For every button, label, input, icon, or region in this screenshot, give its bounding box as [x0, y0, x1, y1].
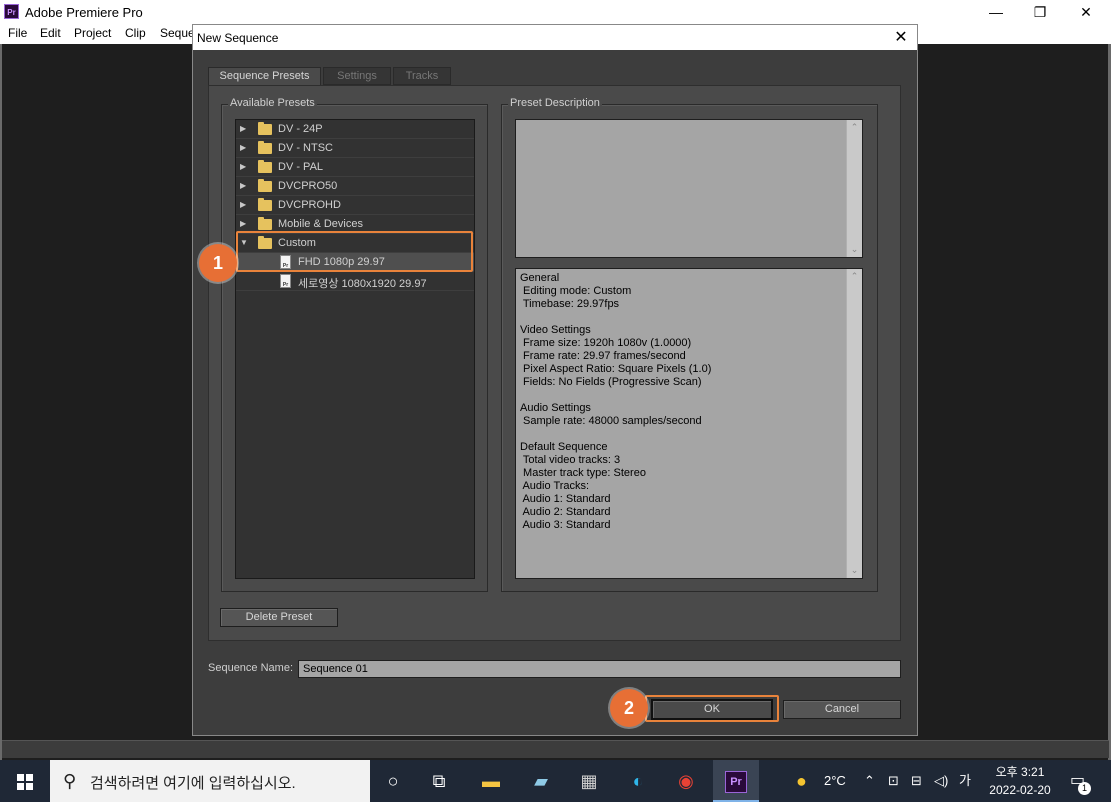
menu-clip[interactable]: Clip: [125, 26, 146, 40]
scroll-up-icon[interactable]: ⌃: [847, 271, 862, 282]
folder-icon: [258, 198, 272, 211]
sequence-name-input[interactable]: Sequence 01: [298, 660, 901, 678]
horizontal-scrollbar[interactable]: [2, 740, 1109, 758]
notification-count-badge: 1: [1078, 782, 1091, 795]
file-explorer-icon[interactable]: ▬: [468, 760, 514, 802]
dialog-close-icon[interactable]: ✕: [891, 28, 911, 48]
expand-arrow-icon[interactable]: ▶: [240, 124, 246, 133]
expand-arrow-icon[interactable]: ▶: [240, 162, 246, 171]
menu-edit[interactable]: Edit: [40, 26, 61, 40]
preset-description-box[interactable]: ⌃ ⌄: [515, 119, 863, 258]
device-icon[interactable]: ⊡: [888, 760, 899, 802]
app-titlebar: Pr Adobe Premiere Pro — ❐ ✕: [0, 0, 1111, 24]
folder-icon: [258, 160, 272, 173]
premiere-icon: Pr: [725, 771, 747, 794]
new-sequence-dialog: New Sequence ✕ Sequence Presets Settings…: [192, 24, 918, 736]
expand-arrow-icon[interactable]: ▶: [240, 219, 246, 228]
calculator-icon[interactable]: ▦: [566, 760, 612, 802]
taskbar-clock[interactable]: 오후 3:21 2022-02-20: [980, 763, 1060, 799]
premiere-taskbar-icon[interactable]: Pr: [713, 760, 759, 802]
notepad-icon[interactable]: ▰: [518, 760, 564, 802]
presets-tree[interactable]: ▶ DV - 24P ▶ DV - NTSC ▶ DV - PAL ▶ DVCP…: [235, 119, 475, 579]
tree-folder-dv-24p[interactable]: ▶ DV - 24P: [236, 120, 474, 139]
highlight-ok-button: [645, 695, 779, 722]
volume-icon[interactable]: ◁): [934, 760, 948, 802]
edge-icon[interactable]: ◐: [615, 760, 661, 802]
delete-preset-button[interactable]: Delete Preset: [220, 608, 338, 627]
folder-icon: [258, 141, 272, 154]
scroll-up-icon[interactable]: ⌃: [847, 122, 862, 133]
tab-sequence-presets[interactable]: Sequence Presets: [208, 67, 321, 86]
weather-temp[interactable]: 2°C: [824, 760, 846, 802]
step-2-badge: 2: [610, 689, 648, 727]
preset-settings-box[interactable]: General Editing mode: Custom Timebase: 2…: [515, 268, 863, 579]
tab-tracks[interactable]: Tracks: [393, 67, 451, 85]
task-view-icon[interactable]: ⧉: [416, 760, 462, 802]
cortana-icon[interactable]: ○: [370, 760, 416, 802]
start-button[interactable]: [0, 760, 50, 802]
ime-indicator[interactable]: 가: [959, 760, 971, 802]
tree-folder-dv-ntsc[interactable]: ▶ DV - NTSC: [236, 139, 474, 158]
notification-icon[interactable]: ▭: [1070, 760, 1085, 802]
premiere-icon: Pr: [4, 4, 19, 19]
app-title: Adobe Premiere Pro: [25, 5, 143, 20]
cancel-button[interactable]: Cancel: [783, 700, 901, 719]
clock-time: 오후 3:21: [995, 765, 1045, 779]
expand-arrow-icon[interactable]: ▶: [240, 143, 246, 152]
highlight-custom-preset: [236, 231, 473, 272]
menu-file[interactable]: File: [8, 26, 27, 40]
search-placeholder: 검색하려면 여기에 입력하십시오.: [90, 775, 296, 792]
premiere-preset-icon: Pr: [280, 274, 291, 288]
tree-folder-dvcprohd[interactable]: ▶ DVCPROHD: [236, 196, 474, 215]
taskbar-search-box[interactable]: ⚲ 검색하려면 여기에 입력하십시오.: [50, 760, 370, 802]
windows-logo-icon: [17, 774, 33, 790]
folder-icon: [258, 122, 272, 135]
dialog-title: New Sequence: [197, 31, 279, 45]
tree-folder-dvcpro50[interactable]: ▶ DVCPRO50: [236, 177, 474, 196]
preset-settings-text: General Editing mode: Custom Timebase: 2…: [520, 272, 712, 531]
weather-icon[interactable]: ●: [796, 760, 807, 802]
dialog-titlebar: New Sequence ✕: [193, 25, 917, 50]
maximize-button[interactable]: ❐: [1017, 0, 1063, 24]
chrome-icon[interactable]: ◉: [663, 760, 709, 802]
scroll-down-icon[interactable]: ⌄: [847, 244, 862, 255]
settings-scrollbar[interactable]: ⌃ ⌄: [846, 269, 862, 578]
tree-folder-dv-pal[interactable]: ▶ DV - PAL: [236, 158, 474, 177]
available-presets-label: Available Presets: [228, 97, 317, 109]
minimize-button[interactable]: —: [973, 0, 1019, 24]
tab-settings[interactable]: Settings: [323, 67, 391, 85]
folder-icon: [258, 179, 272, 192]
expand-arrow-icon[interactable]: ▶: [240, 200, 246, 209]
tree-preset-vertical-video[interactable]: Pr 세로영상 1080x1920 29.97: [236, 272, 474, 291]
scroll-down-icon[interactable]: ⌄: [847, 565, 862, 576]
show-hidden-icons-icon[interactable]: ⌃: [864, 760, 875, 802]
clock-date: 2022-02-20: [989, 783, 1051, 797]
description-scrollbar[interactable]: ⌃ ⌄: [846, 120, 862, 257]
taskbar: ⚲ 검색하려면 여기에 입력하십시오. ○ ⧉ ▬ ▰ ▦ ◐ ◉ Pr ● 2…: [0, 760, 1111, 802]
workspace-edge: [0, 44, 2, 764]
folder-icon: [258, 217, 272, 230]
app-close-button[interactable]: ✕: [1063, 0, 1109, 24]
network-icon[interactable]: ⊟: [911, 760, 922, 802]
sequence-name-label: Sequence Name:: [208, 662, 293, 674]
preset-description-label: Preset Description: [508, 97, 602, 109]
menu-project[interactable]: Project: [74, 26, 111, 40]
expand-arrow-icon[interactable]: ▶: [240, 181, 246, 190]
search-icon: ⚲: [63, 771, 77, 791]
step-1-badge: 1: [199, 244, 237, 282]
menu-sequence[interactable]: Seque: [160, 26, 195, 40]
